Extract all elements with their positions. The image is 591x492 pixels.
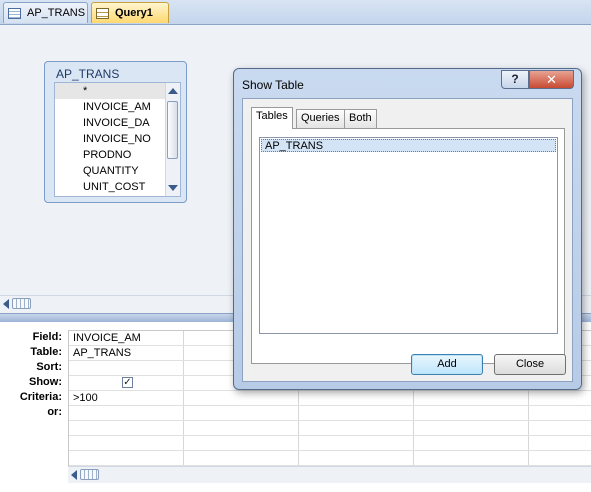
row-label-field: Field: <box>32 331 62 343</box>
tab-tables[interactable]: Tables <box>251 107 293 129</box>
field-item[interactable]: QUANTITY <box>55 163 165 179</box>
field-item[interactable]: INVOICE_AM <box>55 99 165 115</box>
row-label-show: Show: <box>29 376 62 388</box>
scroll-thumb[interactable] <box>167 101 178 159</box>
tab-both[interactable]: Both <box>344 109 377 128</box>
row-label-table: Table: <box>30 346 62 358</box>
row-label-or: or: <box>47 406 62 418</box>
tab-label: AP_TRANS <box>27 7 86 19</box>
field-list-scrollbar[interactable] <box>165 83 180 196</box>
show-table-dialog: Show Table ? ✕ Tables Queries Both AP_TR… <box>233 68 582 390</box>
table-cell[interactable]: AP_TRANS <box>73 346 131 361</box>
query-icon <box>96 7 109 19</box>
grid-hscrollbar[interactable] <box>68 466 591 483</box>
close-icon[interactable]: ✕ <box>529 70 574 89</box>
show-checkbox[interactable]: ✓ <box>122 377 133 388</box>
tab-ap-trans[interactable]: AP_TRANS <box>3 2 88 23</box>
list-item[interactable]: AP_TRANS <box>261 139 556 152</box>
scroll-left-icon[interactable] <box>71 470 77 480</box>
grid-row-blank[interactable] <box>69 436 591 451</box>
grid-row-or[interactable] <box>69 406 591 421</box>
field-item[interactable]: UNIT_COST <box>55 179 165 195</box>
dialog-body: Tables Queries Both AP_TRANS Add Close <box>242 98 573 382</box>
field-item[interactable]: INVOICE_NO <box>55 131 165 147</box>
scroll-up-icon[interactable] <box>168 88 178 94</box>
close-button[interactable]: Close <box>494 354 566 375</box>
document-tabstrip: AP_TRANS Query1 <box>0 0 591 25</box>
grid-row-criteria[interactable]: >100 <box>69 391 591 406</box>
grid-row-labels: Field: Table: Sort: Show: Criteria: or: <box>0 330 66 420</box>
criteria-cell[interactable]: >100 <box>73 391 98 406</box>
tab-label: Query1 <box>115 7 153 19</box>
table-icon <box>8 7 21 19</box>
hscroll-thumb[interactable] <box>12 298 31 309</box>
field-item[interactable]: * <box>55 83 165 99</box>
tab-query1[interactable]: Query1 <box>91 2 169 23</box>
add-button[interactable]: Add <box>411 354 483 375</box>
field-list[interactable]: * INVOICE_AM INVOICE_DA INVOICE_NO PRODN… <box>54 82 181 197</box>
field-cell[interactable]: INVOICE_AM <box>73 331 141 346</box>
scroll-left-icon[interactable] <box>3 299 9 309</box>
tables-tab-panel: AP_TRANS <box>251 128 565 364</box>
row-label-criteria: Criteria: <box>19 391 62 403</box>
scroll-down-icon[interactable] <box>168 185 178 191</box>
field-item[interactable]: INVOICE_DA <box>55 115 165 131</box>
help-button[interactable]: ? <box>501 70 529 89</box>
grid-row-blank[interactable] <box>69 451 591 466</box>
grid-row-blank[interactable] <box>69 421 591 436</box>
table-field-list-box[interactable]: AP_TRANS * INVOICE_AM INVOICE_DA INVOICE… <box>44 61 187 203</box>
field-item[interactable]: PRODNO <box>55 147 165 163</box>
tab-queries[interactable]: Queries <box>296 109 345 128</box>
table-box-title: AP_TRANS <box>56 67 120 81</box>
row-label-sort: Sort: <box>36 361 62 373</box>
tables-listbox[interactable]: AP_TRANS <box>259 137 558 334</box>
hscroll-thumb[interactable] <box>80 469 99 480</box>
dialog-title: Show Table <box>242 78 304 92</box>
